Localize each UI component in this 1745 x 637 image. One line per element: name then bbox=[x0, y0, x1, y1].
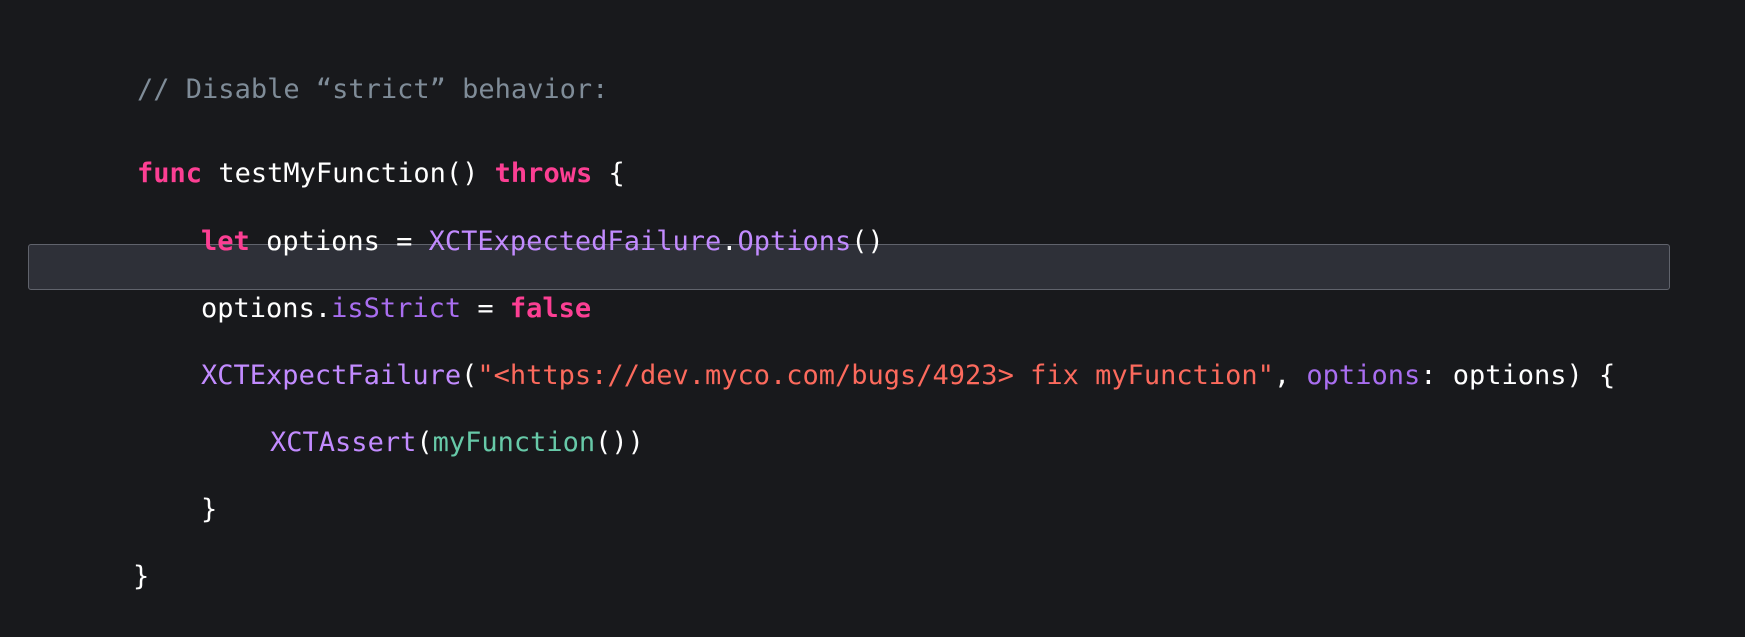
code-editor[interactable]: // Disable “strict” behavior: func testM… bbox=[0, 0, 1745, 637]
xctexpectfailure-line: XCTExpectFailure("<https://dev.myco.com/… bbox=[136, 316, 1615, 391]
close-brace: } bbox=[133, 561, 150, 592]
comment-line: // Disable “strict” behavior: bbox=[72, 30, 608, 105]
argument-rest: : options) { bbox=[1420, 360, 1616, 391]
close-parens: ()) bbox=[595, 427, 644, 458]
let-options-line: let options = XCTExpectedFailure.Options… bbox=[136, 182, 884, 257]
type-options: Options bbox=[737, 226, 852, 257]
argument-label-options: options bbox=[1306, 360, 1421, 391]
xctassert-line: XCTAssert(myFunction()) bbox=[205, 383, 644, 458]
parens: () bbox=[851, 226, 884, 257]
function-xctassert: XCTAssert bbox=[270, 427, 417, 458]
dot: . bbox=[721, 226, 738, 257]
comment-text: // Disable “strict” behavior: bbox=[137, 74, 609, 105]
call-myfunction: myFunction bbox=[432, 427, 596, 458]
isstrict-line: options.isStrict = false bbox=[136, 249, 591, 324]
closure-close-line: } bbox=[136, 450, 217, 525]
open-paren: ( bbox=[416, 427, 433, 458]
func-close-line: } bbox=[68, 517, 149, 592]
func-declaration-line: func testMyFunction() throws { bbox=[72, 114, 625, 189]
comma: , bbox=[1273, 360, 1307, 391]
close-brace: } bbox=[201, 494, 218, 525]
